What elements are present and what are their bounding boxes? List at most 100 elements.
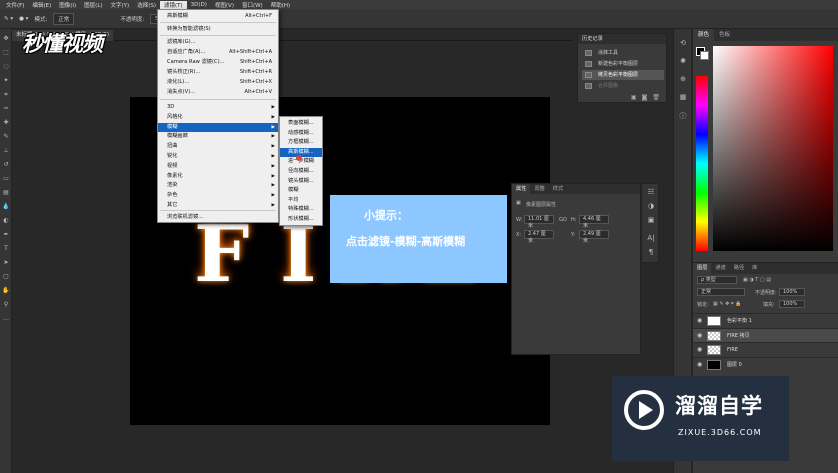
menu-item-filter-category[interactable]: 像素化 ▶ [158,172,278,181]
background-swatch[interactable] [700,51,709,60]
tab-color[interactable]: 颜色 [693,29,715,41]
menu-item-filter-category[interactable]: 杂色 ▶ [158,191,278,200]
submenu-item[interactable]: 镜头模糊... [280,177,322,187]
hand-tool-icon[interactable]: ✋ [2,287,10,295]
history-item[interactable]: 新建色彩平衡图层 [582,59,664,69]
menu-3[interactable]: 图层(L) [80,1,106,9]
menu-6[interactable]: 滤镜(T) [159,0,187,9]
trash-icon[interactable]: 🗑 [652,94,660,101]
eye-icon[interactable]: ◉ [697,332,702,339]
blend-mode-select[interactable]: 正常 [697,288,745,296]
quick-select-tool-icon[interactable]: ✦ [2,77,10,85]
menu-item-filter-category[interactable]: 其它 ▶ [158,201,278,210]
tab-channels[interactable]: 通道 [711,263,729,274]
clone-source-icon[interactable]: ⊕ [678,75,688,85]
menu-item-filter-category[interactable]: 3D ▶ [158,103,278,112]
tab-styles[interactable]: 样式 [549,184,567,194]
color-field[interactable] [713,46,833,251]
camera-icon[interactable]: ◙ [642,94,648,101]
menu-10[interactable]: 帮助(H) [267,1,294,9]
move-tool-icon[interactable]: ✥ [2,35,10,43]
lock-icons[interactable]: ▦ ✎ ✥ ⌗ 🔒 [713,301,742,307]
submenu-item[interactable]: 动感模糊... [280,129,322,139]
menu-item-blur[interactable]: 模糊 ▶ [158,122,278,132]
lasso-tool-icon[interactable]: ◌ [2,63,10,71]
brush-size-icon[interactable]: ● ▾ [19,16,28,22]
menu-item-browse-online-filters[interactable]: 浏览联机滤镜... [158,213,278,222]
adjustments-icon[interactable]: ◑ [646,202,656,212]
eyedropper-tool-icon[interactable]: ✑ [2,105,10,113]
mode-select[interactable]: 正常 [53,12,75,25]
menu-item-filter[interactable]: Camera Raw 滤镜(C)... Shift+Ctrl+A [158,58,278,67]
layer-kind-filter[interactable]: ρ 类型 [697,276,737,284]
submenu-item[interactable]: 方框模糊... [280,138,322,148]
menu-item-filter-category[interactable]: 模糊画廊 ▶ [158,132,278,141]
layer-row[interactable]: ◉ 色彩平衡 1 [693,313,838,327]
layer-row[interactable]: ◉ FIRE 拷贝 [693,327,838,342]
link-icon[interactable]: GO [559,217,567,223]
path-select-tool-icon[interactable]: ➤ [2,259,10,267]
menu-0[interactable]: 文件(F) [2,1,28,9]
submenu-item[interactable]: 径向模糊... [280,167,322,177]
history-icon[interactable]: ⟲ [678,39,688,49]
tool-preset-icon[interactable]: ✎ ▾ [4,16,13,22]
opacity-input[interactable]: 100% [779,288,805,296]
layer-filter-icons[interactable]: ▣ ◑ T ▢ ▤ [743,277,771,283]
menu-2[interactable]: 图像(I) [55,1,80,9]
menu-item-filter[interactable]: 自适应广角(A)... Alt+Shift+Ctrl+A [158,48,278,57]
layer-row[interactable]: ◉ FIRE [693,342,838,356]
menu-item-filter[interactable]: 液化(L)... Shift+Ctrl+X [158,78,278,87]
pen-tool-icon[interactable]: ✒ [2,231,10,239]
width-input[interactable]: 11.01 厘米 [524,215,554,229]
menu-item-filter-category[interactable]: 视频 ▶ [158,162,278,171]
brush-panel-icon[interactable]: ✺ [678,57,688,67]
layer-comps-icon[interactable]: ▦ [678,93,688,103]
zoom-tool-icon[interactable]: ⚲ [2,301,10,309]
menu-item-convert-smart-filter[interactable]: 转换为智能滤镜(S) [158,25,278,34]
menu-8[interactable]: 视图(V) [211,1,238,9]
paragraph-icon[interactable]: ¶ [646,248,656,258]
y-input[interactable]: 2.49 厘米 [579,230,609,244]
tab-properties[interactable]: 属性 [512,184,531,194]
menu-item-filter-category[interactable]: 扭曲 ▶ [158,142,278,151]
gradient-tool-icon[interactable]: ▤ [2,189,10,197]
crop-tool-icon[interactable]: ⌗ [2,91,10,99]
eye-icon[interactable]: ◉ [697,317,702,324]
menu-1[interactable]: 编辑(E) [28,1,55,9]
height-input[interactable]: 4.46 厘米 [579,215,609,229]
tab-adjustments[interactable]: 调整 [530,184,548,194]
history-item[interactable]: 合并图像 [582,81,664,91]
submenu-item[interactable]: 特殊模糊... [280,205,322,215]
fill-input[interactable]: 100% [779,300,805,308]
new-document-icon[interactable]: ▣ [631,94,637,101]
character-icon[interactable]: A| [646,234,656,244]
menu-9[interactable]: 窗口(W) [238,1,267,9]
menu-4[interactable]: 文字(Y) [107,1,134,9]
marquee-tool-icon[interactable]: ⬚ [2,49,10,57]
eye-icon[interactable]: ◉ [697,361,702,368]
blur-tool-icon[interactable]: 💧 [2,203,10,211]
styles-icon[interactable]: ▣ [646,216,656,226]
menu-item-filter-category[interactable]: 锐化 ▶ [158,152,278,161]
menu-item-filter[interactable]: 镜头校正(R)... Shift+Ctrl+R [158,68,278,77]
tab-layers[interactable]: 图层 [693,263,712,274]
info-icon[interactable]: ⓘ [678,111,688,121]
hue-slider[interactable] [696,76,708,251]
menu-5[interactable]: 选择(S) [133,1,160,9]
x-input[interactable]: 2.47 厘米 [524,230,554,244]
submenu-item[interactable]: 表面模糊... [280,119,322,129]
submenu-item[interactable]: 平均 [280,196,322,206]
stamp-tool-icon[interactable]: ⊥ [2,147,10,155]
dodge-tool-icon[interactable]: ◐ [2,217,10,225]
menu-7[interactable]: 3D(D) [187,2,211,8]
submenu-item[interactable]: 形状模糊... [280,215,322,225]
history-brush-tool-icon[interactable]: ↺ [2,161,10,169]
submenu-item[interactable]: 模糊 [280,186,322,196]
healing-tool-icon[interactable]: ✚ [2,119,10,127]
more-tools-icon[interactable]: … [2,315,10,323]
tab-paths[interactable]: 路径 [730,263,748,274]
menu-item-last-filter[interactable]: 高斯模糊 Alt+Ctrl+F [158,12,278,21]
menu-item-filter[interactable]: 消失点(V)... Alt+Ctrl+V [158,88,278,97]
menu-item-filter-category[interactable]: 风格化 ▶ [158,113,278,122]
tab-swatches[interactable]: 色板 [714,29,735,41]
